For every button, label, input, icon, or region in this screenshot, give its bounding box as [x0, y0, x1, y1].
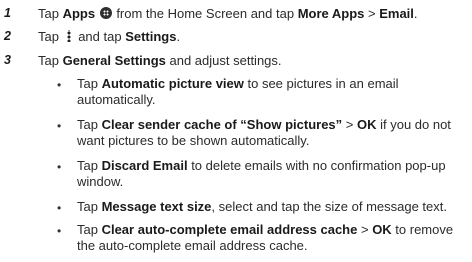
instruction-page: 1 Tap Apps from the Home Screen and tap … — [0, 0, 472, 262]
list-item: Tap Clear auto-complete email address ca… — [77, 222, 454, 253]
step-2: 2 Tap and tap Settings. — [0, 29, 468, 47]
bullet-glyph: • — [57, 224, 62, 238]
bullet-glyph: • — [57, 78, 62, 92]
step-text: Tap Apps from the Home Screen and tap Mo… — [38, 6, 418, 21]
step-number: 2 — [4, 29, 11, 43]
list-item: Tap Discard Email to delete emails with … — [77, 158, 446, 189]
step-number: 1 — [4, 6, 11, 20]
bullet-glyph: • — [57, 201, 62, 215]
settings-label: Settings — [125, 29, 177, 44]
bullet-glyph: • — [57, 119, 62, 133]
list-item: Tap Clear sender cache of “Show pictures… — [77, 117, 451, 148]
step-text: Tap and tap Settings. — [38, 29, 181, 44]
more-options-icon — [66, 30, 71, 42]
list-item: Tap Message text size, select and tap th… — [77, 199, 447, 214]
apps-label: Apps — [62, 6, 96, 21]
bullet-glyph: • — [57, 160, 62, 174]
more-apps-label: More Apps — [297, 6, 365, 21]
step-3: 3 Tap General Settings and adjust settin… — [0, 53, 468, 71]
apps-grid-icon — [99, 7, 112, 19]
step-text: Tap General Settings and adjust settings… — [38, 53, 282, 68]
general-settings-label: General Settings — [62, 53, 166, 68]
email-label: Email — [379, 6, 414, 21]
step-1: 1 Tap Apps from the Home Screen and tap … — [0, 6, 468, 24]
step-number: 3 — [4, 53, 11, 67]
list-item: Tap Automatic picture view to see pictur… — [77, 76, 399, 107]
